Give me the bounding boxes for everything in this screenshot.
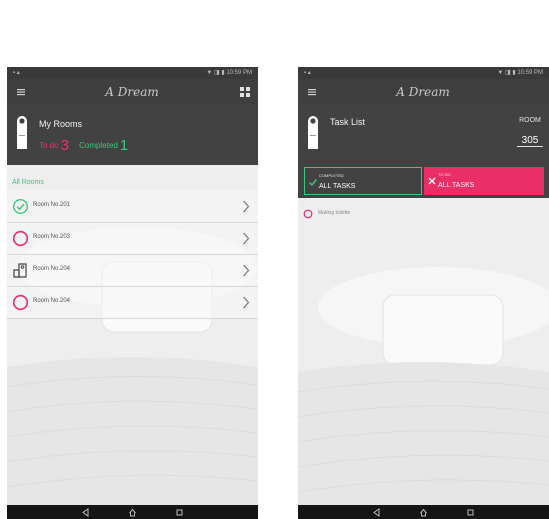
completed-filter-button[interactable]: COMPLETED ALL TASKS	[304, 167, 422, 195]
close-icon	[428, 177, 436, 185]
brand-logo: A Dream	[396, 85, 450, 99]
room-counters: To do 3 Completed 1	[39, 137, 128, 154]
grid-view-icon[interactable]	[238, 85, 252, 99]
chevron-right-icon	[243, 200, 250, 213]
check-circle-icon	[12, 198, 29, 215]
door-hanger-icon	[13, 263, 27, 278]
check-icon	[309, 179, 318, 187]
app-bar: A Dream	[7, 79, 258, 105]
rooms-header: My Rooms To do 3 Completed 1	[7, 105, 258, 165]
right-phone-screen: ▪ ▴ ▼ ◨ ▮ 10:59 PM A Dream Task List ROO…	[298, 67, 549, 519]
room-label: Room No.203	[33, 234, 71, 240]
door-hanger-icon	[308, 116, 318, 149]
completed-filter-label: ALL TASKS	[319, 183, 356, 190]
todo-label: To do	[39, 141, 59, 150]
room-label: Room No.201	[33, 202, 71, 208]
left-phone-screen: ▪ ▴ ▼ ◨ ▮ 10:59 PM A Dream My Rooms To d…	[7, 67, 258, 519]
room-label: Room No.204	[33, 266, 71, 272]
back-icon[interactable]	[372, 508, 381, 517]
list-item[interactable]: Making toilette	[303, 208, 503, 220]
chevron-right-icon	[243, 264, 250, 277]
page-title: Task List	[330, 117, 366, 127]
recents-icon[interactable]	[466, 508, 475, 517]
system-nav-bar	[7, 505, 258, 519]
completed-filter-caption: COMPLETED	[319, 173, 344, 178]
task-header: Task List ROOM 305	[298, 105, 549, 165]
status-bar: ▪ ▴ ▼ ◨ ▮ 10:59 PM	[7, 67, 258, 79]
back-icon[interactable]	[81, 508, 90, 517]
home-icon[interactable]	[128, 508, 137, 517]
room-label: ROOM	[519, 117, 541, 124]
page-title: My Rooms	[39, 119, 83, 129]
list-item[interactable]: Room No.204	[7, 287, 258, 319]
status-left: ▪ ▴	[13, 70, 20, 76]
circle-icon	[303, 209, 313, 219]
status-left: ▪ ▴	[304, 70, 311, 76]
circle-icon	[12, 230, 29, 247]
system-nav-bar	[298, 505, 549, 519]
room-list: Room No.201 Room No.203 Room No.204 Room…	[7, 191, 258, 319]
circle-icon	[12, 294, 29, 311]
door-hanger-icon	[17, 116, 27, 149]
list-item[interactable]: Room No.204	[7, 255, 258, 287]
room-number: 305	[517, 135, 543, 147]
status-right: ▼ ◨ ▮ 10:59 PM	[206, 70, 252, 76]
list-item[interactable]: Room No.201	[7, 191, 258, 223]
menu-icon[interactable]	[13, 84, 29, 100]
todo-count: 3	[60, 137, 69, 154]
chevron-right-icon	[243, 296, 250, 309]
completed-count: 1	[119, 137, 129, 154]
todo-filter-label: ALL TASKS	[438, 182, 475, 189]
status-bar: ▪ ▴ ▼ ◨ ▮ 10:59 PM	[298, 67, 549, 79]
task-label: Making toilette	[318, 210, 351, 216]
section-label: All Rooms	[12, 179, 44, 186]
brand-logo: A Dream	[105, 85, 159, 99]
menu-icon[interactable]	[304, 84, 320, 100]
chevron-right-icon	[243, 232, 250, 245]
completed-label: Completed	[79, 141, 118, 150]
home-icon[interactable]	[419, 508, 428, 517]
recents-icon[interactable]	[175, 508, 184, 517]
todo-filter-button[interactable]: TO DO ALL TASKS	[424, 167, 544, 195]
list-item[interactable]: Room No.203	[7, 223, 258, 255]
app-bar: A Dream	[298, 79, 549, 105]
status-right: ▼ ◨ ▮ 10:59 PM	[497, 70, 543, 76]
completed-counter: Completed 1	[79, 137, 128, 154]
todo-filter-caption: TO DO	[438, 172, 451, 177]
room-label: Room No.204	[33, 298, 71, 304]
task-filter-toggles: COMPLETED ALL TASKS TO DO ALL TASKS	[298, 165, 549, 198]
